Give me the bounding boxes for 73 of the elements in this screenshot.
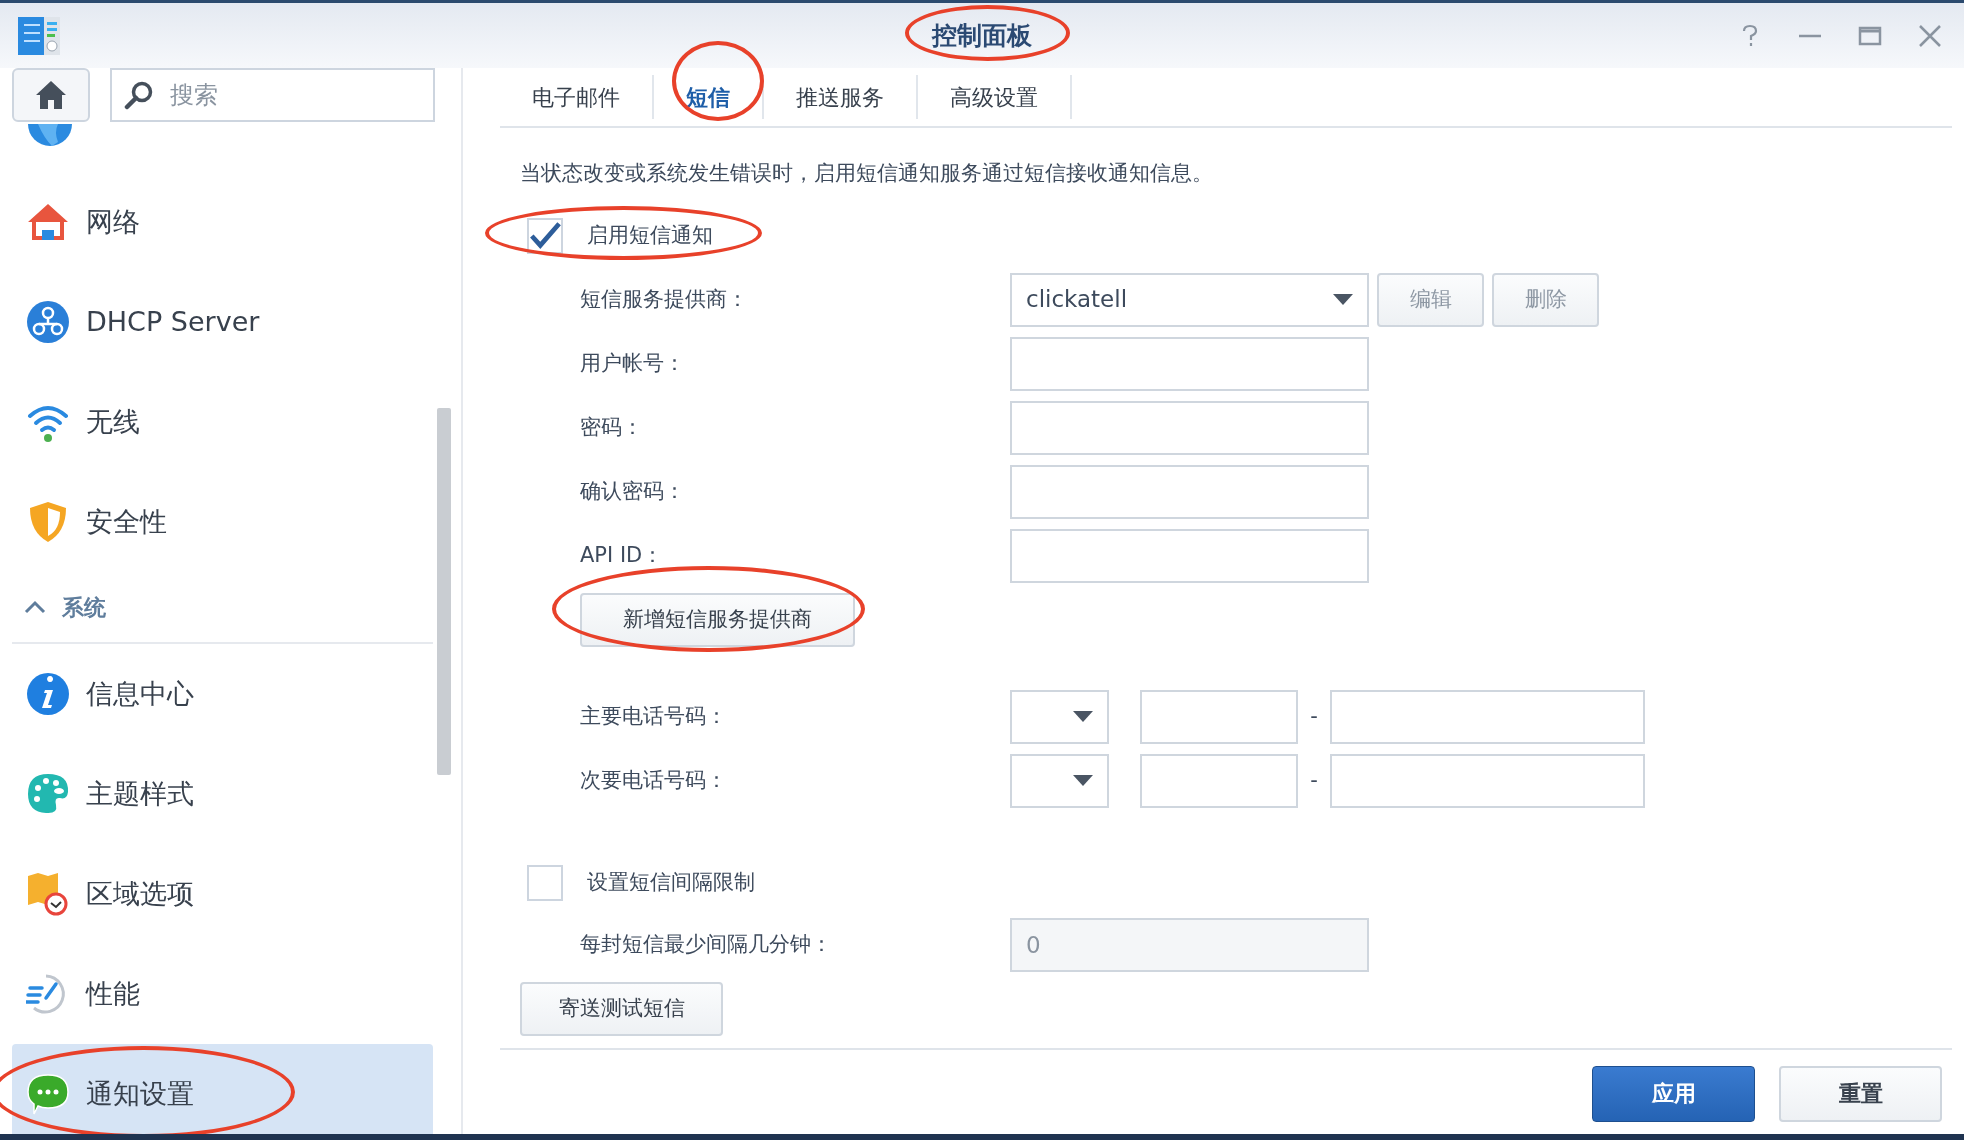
input-field[interactable] [1010,464,1369,519]
sidebar-group[interactable]: 系统 [12,572,433,644]
search-field[interactable]: 搜索 [110,68,435,122]
window-title: 控制面板 [932,19,1032,52]
sidebar-item[interactable]: 信息中心 [12,644,433,744]
input-field[interactable] [1010,336,1369,391]
sidebar-item[interactable]: 主题样式 [12,744,433,844]
separator-text: - [1309,766,1319,794]
caret-icon [1073,774,1093,787]
sidebar-item[interactable]: 安全性 [12,472,433,572]
field-label: 短信服务提供商： [580,285,749,313]
item-label: 信息中心 [86,676,194,711]
palette-icon [26,772,70,816]
input-field[interactable] [1010,528,1369,583]
item-label: 区域选项 [86,876,194,911]
caret-icon [1073,710,1093,723]
tab[interactable]: 推送服务 [764,75,918,119]
phone-number-field[interactable] [1330,753,1645,808]
area-code-field[interactable] [1140,689,1298,744]
map-clock-icon [26,872,70,916]
chevron-up-icon [24,600,46,614]
item-label: 网络 [86,204,140,239]
sidebar-item[interactable]: 网络 [12,172,433,272]
tab[interactable]: 电子邮件 [500,75,654,119]
country-code-dropdown[interactable] [1010,753,1109,808]
dropdown[interactable]: clickatell [1010,272,1369,327]
checkbox-label: 启用短信通知 [587,221,713,249]
network-nodes-icon [26,300,70,344]
checkbox-label: 设置短信间隔限制 [587,868,755,896]
item-label: 通知设置 [86,1076,194,1111]
tab[interactable]: 高级设置 [918,75,1072,119]
checkbox[interactable] [527,864,563,901]
home-button[interactable] [12,68,90,122]
area-code-field[interactable] [1140,753,1298,808]
sidebar-item[interactable]: DHCP Server [12,272,433,372]
item-label: 无线 [86,404,140,439]
sidebar-item[interactable]: 性能 [12,944,433,1044]
info-icon [26,672,70,716]
field-label: 确认密码： [580,477,686,505]
sidebar-item[interactable]: 区域选项 [12,844,433,944]
reset-button[interactable]: 重置 [1779,1065,1942,1122]
dropdown-value: clickatell [1026,285,1128,315]
search-icon [124,80,154,110]
field-label: 用户帐号： [580,349,686,377]
checkbox[interactable] [527,217,563,254]
phone-number-field[interactable] [1330,689,1645,744]
send-test-button[interactable]: 寄送测试短信 [520,981,723,1036]
chat-bubble-icon [26,1072,70,1116]
item-label: 安全性 [86,504,167,539]
sidebar-item[interactable]: 通知设置 [12,1044,433,1134]
separator-text: - [1309,702,1319,730]
field-label: 次要电话号码： [580,766,728,794]
field-label: 主要电话号码： [580,702,728,730]
field-label: API ID： [580,541,665,569]
group-label: 系统 [62,593,106,622]
item-label: DHCP Server [86,304,260,339]
checkmark-icon [529,220,561,251]
field-label: 每封短信最少间隔几分钟： [580,930,833,958]
home-icon [35,80,67,110]
input-field[interactable] [1010,400,1369,455]
apply-button[interactable]: 应用 [1592,1065,1755,1122]
item-label: 性能 [86,976,140,1011]
scrollbar[interactable] [437,408,451,775]
tab[interactable]: 短信 [654,75,764,119]
field-label: 密码： [580,413,644,441]
caret-icon [1333,293,1353,306]
country-code-dropdown[interactable] [1010,689,1109,744]
add-provider-button[interactable]: 新增短信服务提供商 [580,592,855,647]
globe-icon [28,123,72,146]
close-icon[interactable] [1918,23,1942,48]
description-text: 当状态改变或系统发生错误时，启用短信通知服务通过短信接收通知信息。 [520,160,1214,187]
item-label: 主题样式 [86,776,194,811]
sidebar-item[interactable]: 无线 [12,372,433,472]
